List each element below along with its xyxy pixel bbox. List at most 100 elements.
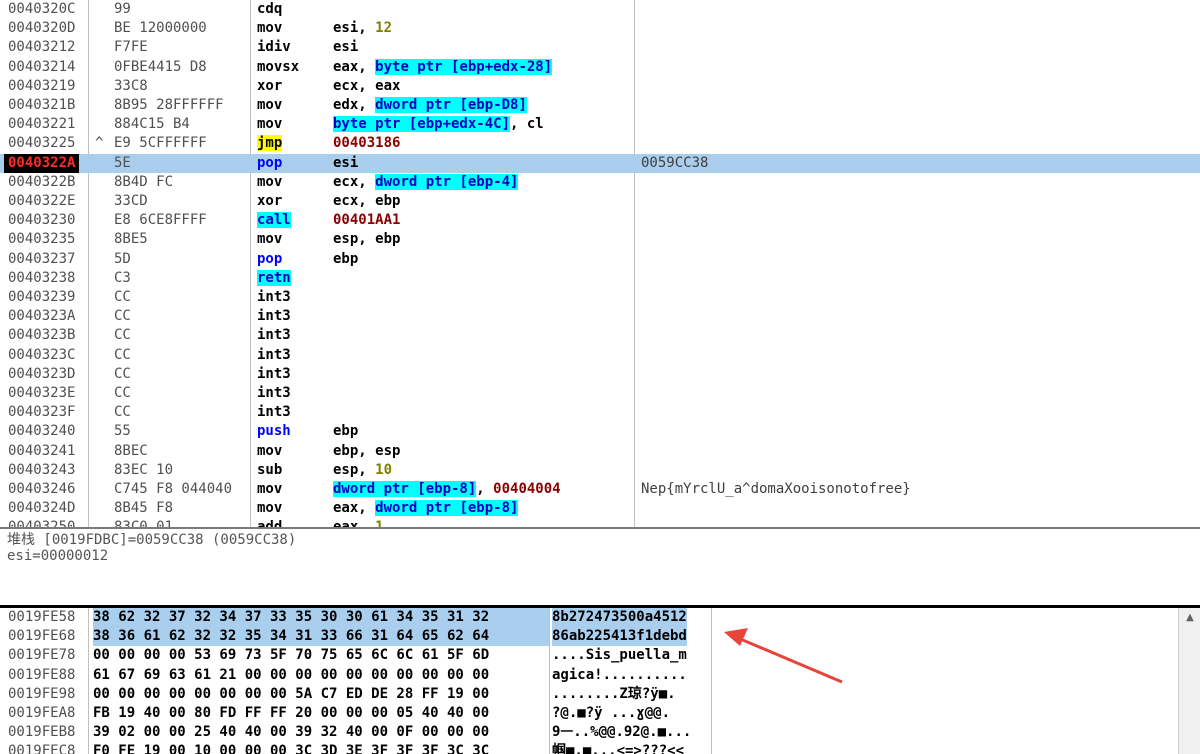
dump-row[interactable]: 0019FE68 38 36 61 62 32 32 35 34 31 33 66… bbox=[0, 627, 1178, 647]
instruction-address[interactable]: 00403238 bbox=[8, 269, 75, 288]
disasm-row[interactable]: 0040324D 8B45 F8 mov eax, dword ptr [ebp-8] bbox=[0, 499, 1200, 518]
instruction-address[interactable]: 00403214 bbox=[8, 58, 75, 77]
disasm-row[interactable]: 0040323A CC int3 bbox=[0, 307, 1200, 326]
disasm-row[interactable]: 00403212 F7FE idiv esi bbox=[0, 38, 1200, 57]
disasm-row[interactable]: 00403243 83EC 10 sub esp, 10 bbox=[0, 461, 1200, 480]
instruction-address[interactable]: 00403225 bbox=[8, 134, 75, 153]
dump-ascii[interactable]: ....Sis_puella_m bbox=[552, 646, 687, 665]
dump-address[interactable]: 0019FE88 bbox=[8, 666, 75, 685]
instruction-address[interactable]: 0040324D bbox=[8, 499, 75, 518]
dump-hex-bytes[interactable]: 38 62 32 37 32 34 37 33 35 30 30 61 34 3… bbox=[93, 608, 549, 627]
instruction-address[interactable]: 00403243 bbox=[8, 461, 75, 480]
disasm-row[interactable]: 0040323C CC int3 bbox=[0, 346, 1200, 365]
instruction-address[interactable]: 0040321B bbox=[8, 96, 75, 115]
disasm-row[interactable]: 00403214 0FBE4415 D8 movsx eax, byte ptr [e… bbox=[0, 58, 1200, 77]
dump-row[interactable]: 0019FEB8 39 02 00 00 25 40 40 00 39 32 40… bbox=[0, 723, 1178, 742]
dump-row[interactable]: 0019FE88 61 67 69 63 61 21 00 00 00 00 00… bbox=[0, 666, 1178, 685]
disasm-row[interactable]: 0040321B 8B95 28FFFFFF mov edx, dword ptr [… bbox=[0, 96, 1200, 115]
dump-ascii[interactable]: 86ab225413f1debd bbox=[552, 627, 687, 647]
disasm-row[interactable]: 00403240 55 push ebp bbox=[0, 422, 1200, 441]
dump-address[interactable]: 0019FE98 bbox=[8, 685, 75, 704]
dump-hex-bytes[interactable]: F0 FE 19 00 10 00 00 00 3C 3D 3E 3F 3F 3… bbox=[93, 742, 549, 754]
disasm-row[interactable]: 00403230 E8 6CE8FFFF call 00401AA1 bbox=[0, 211, 1200, 230]
dump-scrollbar[interactable]: ▲ bbox=[1178, 608, 1200, 754]
instruction-address[interactable]: 00403235 bbox=[8, 230, 75, 249]
mnemonic-text: int3 bbox=[257, 308, 291, 325]
dump-row[interactable]: 0019FE98 00 00 00 00 00 00 00 00 5A C7 ED… bbox=[0, 685, 1178, 704]
instruction-address[interactable]: 0040323C bbox=[8, 346, 75, 365]
disasm-row[interactable]: 00403235 8BE5 mov esp, ebp bbox=[0, 230, 1200, 249]
instruction-address[interactable]: 0040322E bbox=[8, 192, 75, 211]
instruction-address[interactable]: 00403230 bbox=[8, 211, 75, 230]
dump-hex-bytes[interactable]: 61 67 69 63 61 21 00 00 00 00 00 00 00 0… bbox=[93, 666, 549, 685]
instruction-address[interactable]: 0040322B bbox=[8, 173, 75, 192]
dump-hex-bytes[interactable]: FB 19 40 00 80 FD FF FF 20 00 00 00 05 4… bbox=[93, 704, 549, 723]
instruction-address[interactable]: 00403221 bbox=[8, 115, 75, 134]
dump-ascii[interactable]: ........Z琼?ÿ■. bbox=[552, 685, 676, 704]
disasm-row[interactable]: 0040323D CC int3 bbox=[0, 365, 1200, 384]
instruction-address[interactable]: 00403240 bbox=[8, 422, 75, 441]
operand-part: ecx, eax bbox=[333, 77, 401, 94]
disasm-row[interactable]: 0040323F CC int3 bbox=[0, 403, 1200, 422]
dump-address[interactable]: 0019FEA8 bbox=[8, 704, 75, 723]
instruction-operands: esi bbox=[333, 154, 358, 173]
dump-row[interactable]: 0019FEC8 F0 FE 19 00 10 00 00 00 3C 3D 3E… bbox=[0, 742, 1178, 754]
disasm-row[interactable]: 00403239 CC int3 bbox=[0, 288, 1200, 307]
instruction-address[interactable]: 0040323B bbox=[8, 326, 75, 345]
instruction-address[interactable]: 00403239 bbox=[8, 288, 75, 307]
disasm-row[interactable]: 0040322E 33CD xor ecx, ebp bbox=[0, 192, 1200, 211]
dump-ascii[interactable]: 8b272473500a4512 bbox=[552, 608, 687, 627]
instruction-address[interactable]: 0040323E bbox=[8, 384, 75, 403]
scroll-up-arrow-icon[interactable]: ▲ bbox=[1179, 608, 1200, 626]
disasm-row[interactable]: 00403238 C3 retn bbox=[0, 269, 1200, 288]
dump-address[interactable]: 0019FE78 bbox=[8, 646, 75, 665]
dump-hex-bytes[interactable]: 39 02 00 00 25 40 40 00 39 32 40 00 0F 0… bbox=[93, 723, 549, 742]
instruction-address[interactable]: 0040323F bbox=[8, 403, 75, 422]
instruction-address[interactable]: 0040320D bbox=[8, 19, 75, 38]
dump-address[interactable]: 0019FE68 bbox=[8, 627, 75, 646]
instruction-address[interactable]: 00403250 bbox=[8, 518, 75, 527]
dump-hex-bytes[interactable]: 00 00 00 00 00 00 00 00 5A C7 ED DE 28 F… bbox=[93, 685, 549, 704]
memory-dump-pane[interactable]: 0019FE58 38 62 32 37 32 34 37 33 35 30 30… bbox=[0, 608, 1178, 754]
dump-row[interactable]: 0019FE58 38 62 32 37 32 34 37 33 35 30 30… bbox=[0, 608, 1178, 627]
instruction-mnemonic: mov bbox=[257, 96, 282, 115]
disasm-row[interactable]: 0040320C 99 cdq bbox=[0, 0, 1200, 19]
disasm-row[interactable]: 00403237 5D pop ebp bbox=[0, 250, 1200, 269]
dump-ascii[interactable]: agica!.......... bbox=[552, 666, 687, 685]
dump-address[interactable]: 0019FE58 bbox=[8, 608, 75, 627]
instruction-bytes: CC bbox=[114, 346, 131, 363]
disasm-row[interactable]: 0040322B 8B4D FC mov ecx, dword ptr [ebp-4] bbox=[0, 173, 1200, 192]
instruction-address[interactable]: 0040322A bbox=[4, 153, 80, 173]
instruction-address[interactable]: 00403219 bbox=[8, 77, 75, 96]
dump-hex-bytes[interactable]: 00 00 00 00 53 69 73 5F 70 75 65 6C 6C 6… bbox=[93, 646, 549, 665]
disasm-row[interactable]: 0040323E CC int3 bbox=[0, 384, 1200, 403]
dump-address[interactable]: 0019FEC8 bbox=[8, 742, 75, 754]
dump-hex-bytes[interactable]: 38 36 61 62 32 32 35 34 31 33 66 31 64 6… bbox=[93, 627, 549, 647]
disassembly-pane[interactable]: 0040320C 99 cdq 0040320D BE 12000000 mov esi, … bbox=[0, 0, 1200, 527]
dump-ascii[interactable]: 9ᅳ..%@@.92@.■... bbox=[552, 723, 691, 742]
disasm-row[interactable]: 00403221 884C15 B4 mov byte ptr [ebp+edx-4C… bbox=[0, 115, 1200, 134]
dump-address[interactable]: 0019FEB8 bbox=[8, 723, 75, 742]
dump-ascii[interactable]: 帼■.■...<=>???<< bbox=[552, 742, 684, 754]
instruction-address[interactable]: 00403237 bbox=[8, 250, 75, 269]
instruction-address[interactable]: 00403212 bbox=[8, 38, 75, 57]
dump-row[interactable]: 0019FEA8 FB 19 40 00 80 FD FF FF 20 00 00… bbox=[0, 704, 1178, 723]
instruction-address[interactable]: 00403246 bbox=[8, 480, 75, 499]
disasm-row[interactable]: 00403241 8BEC mov ebp, esp bbox=[0, 442, 1200, 461]
dump-row[interactable]: 0019FE78 00 00 00 00 53 69 73 5F 70 75 65… bbox=[0, 646, 1178, 665]
instruction-mnemonic: cdq bbox=[257, 0, 282, 19]
dump-ascii[interactable]: ?@.■?ÿ ...ɣ@@. bbox=[552, 704, 670, 723]
operand-part: 10 bbox=[375, 461, 393, 478]
instruction-address[interactable]: 0040323A bbox=[8, 307, 75, 326]
instruction-mnemonic: pop bbox=[257, 154, 282, 173]
disasm-row[interactable]: 0040320D BE 12000000 mov esi, 12 bbox=[0, 19, 1200, 38]
disasm-row[interactable]: 0040322A 5E pop esi 0059CC38 bbox=[0, 153, 1200, 173]
disasm-row[interactable]: 00403225 ^ E9 5CFFFFFF jmp 00403186 bbox=[0, 134, 1200, 153]
disasm-row[interactable]: 00403246 C745 F8 044040 mov dword ptr [ebp-… bbox=[0, 480, 1200, 499]
instruction-address[interactable]: 0040323D bbox=[8, 365, 75, 384]
disasm-row[interactable]: 00403219 33C8 xor ecx, eax bbox=[0, 77, 1200, 96]
instruction-address[interactable]: 00403241 bbox=[8, 442, 75, 461]
disasm-row[interactable]: 0040323B CC int3 bbox=[0, 326, 1200, 345]
disasm-row[interactable]: 00403250 83C0 01 add eax, 1 bbox=[0, 518, 1200, 527]
instruction-address[interactable]: 0040320C bbox=[8, 0, 75, 19]
